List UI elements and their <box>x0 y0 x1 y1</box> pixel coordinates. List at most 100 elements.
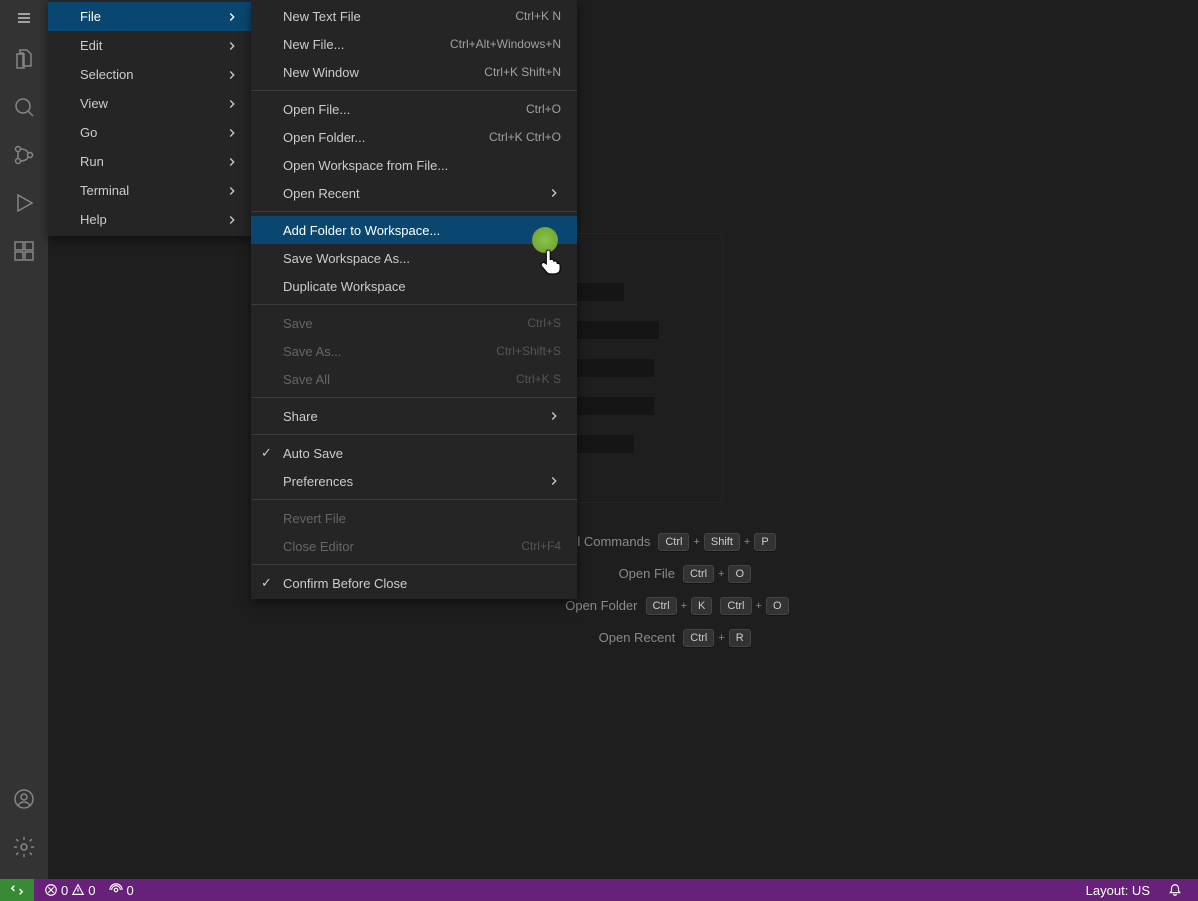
file-menu-item-revert-file: Revert File <box>251 504 577 532</box>
menu-shortcut: Ctrl+Shift+S <box>496 344 561 358</box>
menu-item-label: Share <box>283 409 318 424</box>
menu-item-label: Go <box>80 125 97 140</box>
source-control-icon[interactable] <box>0 131 48 179</box>
file-menu-item-new-window[interactable]: New WindowCtrl+K Shift+N <box>251 58 577 86</box>
menu-separator <box>251 434 577 435</box>
file-menu-item-new-text-file[interactable]: New Text File Ctrl+K N <box>251 2 577 30</box>
file-menu-item-new-file[interactable]: New File... Ctrl+Alt+Windows+N <box>251 30 577 58</box>
app-menu-item-file[interactable]: File <box>48 2 251 31</box>
menu-item-label: Save <box>283 316 313 331</box>
menu-item-label: New File... <box>283 37 344 52</box>
app-menu-item-view[interactable]: View <box>48 89 251 118</box>
accounts-icon[interactable] <box>0 775 48 823</box>
hamburger-menu-icon[interactable] <box>0 0 48 35</box>
key: Shift <box>704 533 740 551</box>
menu-item-label: Close Editor <box>283 539 354 554</box>
menu-item-label: Save All <box>283 372 330 387</box>
key: P <box>754 533 775 551</box>
keyboard-layout[interactable]: Layout: US <box>1082 883 1154 898</box>
menu-item-label: Open Folder... <box>283 130 365 145</box>
extensions-icon[interactable] <box>0 227 48 275</box>
problems-indicator[interactable]: 0 0 <box>40 883 99 898</box>
file-menu-item-add-folder-to-workspace[interactable]: Add Folder to Workspace... <box>251 216 577 244</box>
file-menu-item-open-folder[interactable]: Open Folder... Ctrl+K Ctrl+O <box>251 123 577 151</box>
search-icon[interactable] <box>0 83 48 131</box>
menu-item-label: Open File... <box>283 102 350 117</box>
activity-bar <box>0 0 48 879</box>
file-menu-item-open-recent[interactable]: Open Recent <box>251 179 577 207</box>
key: O <box>728 565 751 583</box>
file-menu-item-confirm-before-close[interactable]: ✓Confirm Before Close <box>251 569 577 597</box>
app-menu-item-help[interactable]: Help <box>48 205 251 234</box>
menu-item-label: Open Recent <box>283 186 360 201</box>
menu-separator <box>251 90 577 91</box>
shortcut-keys: Ctrl+O <box>683 565 751 583</box>
menu-item-label: Confirm Before Close <box>283 576 407 591</box>
ports-count: 0 <box>126 883 133 898</box>
menu-shortcut: Ctrl+Alt+Windows+N <box>450 37 561 51</box>
menu-item-label: Auto Save <box>283 446 343 461</box>
menu-item-label: File <box>80 9 101 24</box>
shortcut-label: Open Recent <box>495 630 675 645</box>
key: Ctrl <box>683 629 714 647</box>
menu-item-label: Revert File <box>283 511 346 526</box>
settings-gear-icon[interactable] <box>0 823 48 871</box>
ports-indicator[interactable]: 0 <box>105 883 137 898</box>
menu-separator <box>251 304 577 305</box>
app-menu-item-edit[interactable]: Edit <box>48 31 251 60</box>
app-menu-item-terminal[interactable]: Terminal <box>48 176 251 205</box>
file-menu-item-open-file[interactable]: Open File... Ctrl+O <box>251 95 577 123</box>
menu-shortcut: Ctrl+O <box>526 102 561 116</box>
key: O <box>766 597 789 615</box>
menu-item-label: Selection <box>80 67 133 82</box>
file-menu-item-share[interactable]: Share <box>251 402 577 430</box>
key: Ctrl <box>658 533 689 551</box>
menu-item-label: Add Folder to Workspace... <box>283 223 440 238</box>
shortcut-label: Open Folder <box>458 598 638 613</box>
file-menu-item-save: Save Ctrl+S <box>251 309 577 337</box>
menu-item-label: Duplicate Workspace <box>283 279 406 294</box>
key: R <box>729 629 751 647</box>
file-menu-item-auto-save[interactable]: ✓Auto Save <box>251 439 577 467</box>
file-menu-item-save-workspace-as[interactable]: Save Workspace As... <box>251 244 577 272</box>
menu-item-label: Open Workspace from File... <box>283 158 448 173</box>
file-menu-item-duplicate-workspace[interactable]: Duplicate Workspace <box>251 272 577 300</box>
menu-separator <box>251 211 577 212</box>
menu-shortcut: Ctrl+K N <box>515 9 561 23</box>
remote-indicator[interactable] <box>0 879 34 901</box>
app-menu-item-go[interactable]: Go <box>48 118 251 147</box>
cursor-pointer-icon <box>536 248 564 279</box>
menu-item-label: Edit <box>80 38 102 53</box>
file-menu-item-preferences[interactable]: Preferences <box>251 467 577 495</box>
file-menu-item-save-as: Save As...Ctrl+Shift+S <box>251 337 577 365</box>
menu-shortcut: Ctrl+K Ctrl+O <box>489 130 561 144</box>
menu-item-label: View <box>80 96 108 111</box>
menu-item-label: Terminal <box>80 183 129 198</box>
app-menu-item-run[interactable]: Run <box>48 147 251 176</box>
key: Ctrl <box>720 597 751 615</box>
error-count: 0 <box>61 883 68 898</box>
key: Ctrl <box>646 597 677 615</box>
menu-item-label: Preferences <box>283 474 353 489</box>
menu-item-label: Help <box>80 212 107 227</box>
explorer-icon[interactable] <box>0 35 48 83</box>
file-submenu: New Text File Ctrl+K N New File... Ctrl+Alt… <box>251 0 577 599</box>
menu-item-label: New Window <box>283 65 359 80</box>
menu-shortcut: Ctrl+S <box>527 316 561 330</box>
menu-item-label: New Text File <box>283 9 361 24</box>
menu-separator <box>251 564 577 565</box>
menu-item-label: Run <box>80 154 104 169</box>
notifications-bell-icon[interactable] <box>1164 883 1186 897</box>
file-menu-item-open-workspace-from-file[interactable]: Open Workspace from File... <box>251 151 577 179</box>
file-menu-item-close-editor: Close EditorCtrl+F4 <box>251 532 577 560</box>
app-menu-item-selection[interactable]: Selection <box>48 60 251 89</box>
status-bar: 0 0 0 Layout: US <box>0 879 1198 901</box>
shortcut-keys: Ctrl+Shift+P <box>658 533 775 551</box>
shortcut-keys: Ctrl+KCtrl+O <box>646 597 789 615</box>
key: K <box>691 597 712 615</box>
key: Ctrl <box>683 565 714 583</box>
warning-count: 0 <box>88 883 95 898</box>
menu-separator <box>251 499 577 500</box>
run-debug-icon[interactable] <box>0 179 48 227</box>
menu-separator <box>251 397 577 398</box>
